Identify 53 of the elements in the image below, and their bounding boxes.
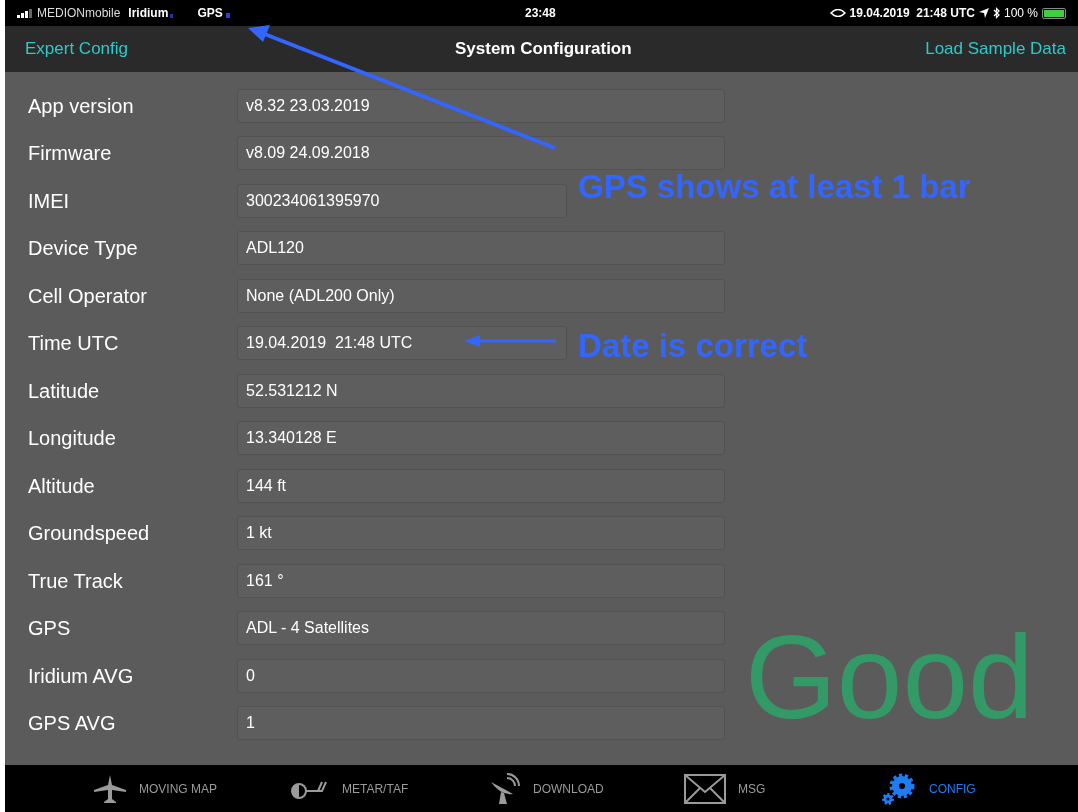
location-arrow-icon xyxy=(978,8,989,18)
gears-icon xyxy=(881,771,917,806)
field-label: True Track xyxy=(28,568,124,594)
field-label: Altitude xyxy=(28,473,96,499)
clock: 23:48 xyxy=(525,5,556,22)
field-label: GPS xyxy=(28,616,72,642)
field-label: Device Type xyxy=(28,236,139,262)
field-label: Cell Operator xyxy=(28,283,148,309)
annotation-text: Good xyxy=(745,618,1034,736)
value-field[interactable]: None (ADL200 Only) xyxy=(237,278,725,313)
screen-title: System Configuration xyxy=(455,38,632,61)
battery-percent: 100 % xyxy=(1003,5,1038,22)
value-field[interactable]: 19.04.2019 21:48 UTC xyxy=(237,326,567,361)
load-sample-data-button[interactable]: Load Sample Data xyxy=(925,36,1066,62)
field-label: Longitude xyxy=(28,426,117,452)
envelope-icon xyxy=(684,773,726,804)
gps-label: GPS xyxy=(197,5,223,22)
value-field[interactable]: 1 kt xyxy=(237,516,725,551)
bluetooth-icon xyxy=(992,7,1000,19)
carrier-name: MEDIONmobile xyxy=(37,5,121,22)
value-field[interactable]: ADL - 4 Satellites xyxy=(237,611,725,646)
signal-bar-icon xyxy=(225,13,230,18)
value-field[interactable]: 13.340128 E xyxy=(237,421,725,456)
value-field[interactable]: 1 xyxy=(237,706,725,741)
signal-bar-icon xyxy=(170,14,174,18)
tab-bar-item[interactable]: METAR/TAF xyxy=(290,776,487,801)
tab-bar-item[interactable]: MSG xyxy=(684,773,881,804)
value-field[interactable]: v8.32 23.03.2019 xyxy=(237,88,725,123)
signal-icon xyxy=(17,8,33,18)
value-field[interactable]: 52.531212 N xyxy=(237,373,725,408)
value-field[interactable]: 144 ft xyxy=(237,468,725,503)
field-label: Iridium AVG xyxy=(28,663,135,689)
field-label: Time UTC xyxy=(28,331,120,357)
annotation-text: Date is correct xyxy=(578,326,808,366)
eye-icon xyxy=(829,9,846,17)
field-label: Firmware xyxy=(28,141,113,167)
value-field[interactable]: 161 ° xyxy=(237,563,725,598)
value-field[interactable]: 300234061395970 xyxy=(237,183,567,218)
value-field[interactable]: 0 xyxy=(237,658,725,693)
value-field[interactable]: v8.09 24.09.2018 xyxy=(237,136,725,171)
value-field[interactable]: ADL120 xyxy=(237,231,725,266)
iridium-label: Iridium xyxy=(128,5,169,22)
field-label: Latitude xyxy=(28,378,101,404)
expert-config-button[interactable]: Expert Config xyxy=(25,36,128,62)
tab-bar-item[interactable]: MOVING MAP xyxy=(93,773,290,804)
gps-time: 19.04.2019 21:48 UTC xyxy=(849,5,975,22)
field-label: Groundspeed xyxy=(28,521,151,547)
field-label: IMEI xyxy=(28,188,71,214)
tab-bar-item[interactable]: DOWNLOAD xyxy=(487,771,684,806)
field-label: GPS AVG xyxy=(28,711,117,737)
battery-icon xyxy=(1042,7,1066,19)
tab-bar-item[interactable]: CONFIG xyxy=(881,771,1078,806)
field-label: App version xyxy=(28,93,135,119)
